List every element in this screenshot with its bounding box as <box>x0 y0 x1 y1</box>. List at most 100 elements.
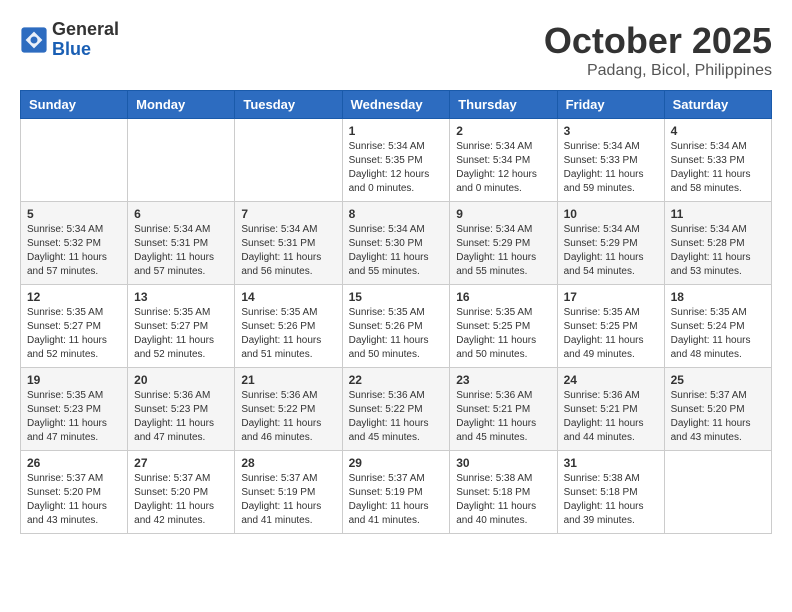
day-info: Sunrise: 5:34 AM Sunset: 5:33 PM Dayligh… <box>564 140 658 196</box>
day-number: 9 <box>456 207 550 221</box>
day-info: Sunrise: 5:34 AM Sunset: 5:33 PM Dayligh… <box>671 140 765 196</box>
calendar-cell: 4 Sunrise: 5:34 AM Sunset: 5:33 PM Daylig… <box>664 119 771 202</box>
calendar-cell: 20Sunrise: 5:36 AM Sunset: 5:23 PM Dayli… <box>128 368 235 451</box>
calendar-cell: 10Sunrise: 5:34 AM Sunset: 5:29 PM Dayli… <box>557 202 664 285</box>
calendar-cell: 30Sunrise: 5:38 AM Sunset: 5:18 PM Dayli… <box>450 451 557 534</box>
day-info: Sunrise: 5:34 AM Sunset: 5:31 PM Dayligh… <box>241 223 335 279</box>
weekday-header-sunday: Sunday <box>21 91 128 119</box>
title-section: October 2025 Padang, Bicol, Philippines <box>544 20 772 80</box>
calendar-cell: 19 Sunrise: 5:35 AM Sunset: 5:23 PM Dayli… <box>21 368 128 451</box>
day-number: 21 <box>241 373 335 387</box>
calendar-cell: 7Sunrise: 5:34 AM Sunset: 5:31 PM Daylig… <box>235 202 342 285</box>
calendar-cell: 26 Sunrise: 5:37 AM Sunset: 5:20 PM Dayli… <box>21 451 128 534</box>
day-number: 5 <box>27 207 121 221</box>
day-number: 12 <box>27 290 121 304</box>
weekday-header-monday: Monday <box>128 91 235 119</box>
day-info: Sunrise: 5:37 AM Sunset: 5:20 PM Dayligh… <box>27 472 121 528</box>
calendar-cell: 17 Sunrise: 5:35 AM Sunset: 5:25 PM Dayli… <box>557 285 664 368</box>
logo-icon <box>20 26 48 54</box>
day-number: 26 <box>27 456 121 470</box>
weekday-header-friday: Friday <box>557 91 664 119</box>
day-number: 8 <box>349 207 444 221</box>
calendar-cell: 1 Sunrise: 5:34 AM Sunset: 5:35 PM Daylig… <box>342 119 450 202</box>
day-number: 22 <box>349 373 444 387</box>
calendar-cell: 13 Sunrise: 5:35 AM Sunset: 5:27 PM Dayli… <box>128 285 235 368</box>
day-number: 28 <box>241 456 335 470</box>
day-number: 16 <box>456 290 550 304</box>
calendar-cell: 14Sunrise: 5:35 AM Sunset: 5:26 PM Dayli… <box>235 285 342 368</box>
day-number: 23 <box>456 373 550 387</box>
day-number: 30 <box>456 456 550 470</box>
calendar-cell: 23 Sunrise: 5:36 AM Sunset: 5:21 PM Dayli… <box>450 368 557 451</box>
calendar-cell: 16 Sunrise: 5:35 AM Sunset: 5:25 PM Dayli… <box>450 285 557 368</box>
weekday-header-tuesday: Tuesday <box>235 91 342 119</box>
calendar-week-1: 1 Sunrise: 5:34 AM Sunset: 5:35 PM Daylig… <box>21 119 772 202</box>
calendar-cell: 28 Sunrise: 5:37 AM Sunset: 5:19 PM Dayli… <box>235 451 342 534</box>
day-number: 4 <box>671 124 765 138</box>
calendar-cell: 6 Sunrise: 5:34 AM Sunset: 5:31 PM Daylig… <box>128 202 235 285</box>
day-number: 27 <box>134 456 228 470</box>
day-number: 3 <box>564 124 658 138</box>
day-number: 31 <box>564 456 658 470</box>
day-number: 18 <box>671 290 765 304</box>
logo-text-general: General <box>52 20 119 40</box>
location-subtitle: Padang, Bicol, Philippines <box>544 62 772 80</box>
day-info: Sunrise: 5:34 AM Sunset: 5:29 PM Dayligh… <box>456 223 550 279</box>
calendar-cell: 25 Sunrise: 5:37 AM Sunset: 5:20 PM Dayli… <box>664 368 771 451</box>
day-info: Sunrise: 5:35 AM Sunset: 5:27 PM Dayligh… <box>134 306 228 362</box>
day-number: 11 <box>671 207 765 221</box>
day-info: Sunrise: 5:35 AM Sunset: 5:26 PM Dayligh… <box>241 306 335 362</box>
day-info: Sunrise: 5:37 AM Sunset: 5:19 PM Dayligh… <box>349 472 444 528</box>
day-info: Sunrise: 5:36 AM Sunset: 5:22 PM Dayligh… <box>241 389 335 445</box>
weekday-header-saturday: Saturday <box>664 91 771 119</box>
weekday-header-wednesday: Wednesday <box>342 91 450 119</box>
day-info: Sunrise: 5:35 AM Sunset: 5:27 PM Dayligh… <box>27 306 121 362</box>
calendar-week-4: 19 Sunrise: 5:35 AM Sunset: 5:23 PM Dayli… <box>21 368 772 451</box>
calendar-cell: 27 Sunrise: 5:37 AM Sunset: 5:20 PM Dayli… <box>128 451 235 534</box>
day-info: Sunrise: 5:34 AM Sunset: 5:31 PM Dayligh… <box>134 223 228 279</box>
calendar-cell: 24 Sunrise: 5:36 AM Sunset: 5:21 PM Dayli… <box>557 368 664 451</box>
calendar-cell: 3 Sunrise: 5:34 AM Sunset: 5:33 PM Daylig… <box>557 119 664 202</box>
day-number: 19 <box>27 373 121 387</box>
day-number: 24 <box>564 373 658 387</box>
day-info: Sunrise: 5:35 AM Sunset: 5:23 PM Dayligh… <box>27 389 121 445</box>
page-header: General Blue October 2025 Padang, Bicol,… <box>20 20 772 80</box>
calendar-week-3: 12 Sunrise: 5:35 AM Sunset: 5:27 PM Dayli… <box>21 285 772 368</box>
day-info: Sunrise: 5:35 AM Sunset: 5:24 PM Dayligh… <box>671 306 765 362</box>
day-number: 13 <box>134 290 228 304</box>
day-info: Sunrise: 5:34 AM Sunset: 5:35 PM Dayligh… <box>349 140 444 196</box>
weekday-header-thursday: Thursday <box>450 91 557 119</box>
calendar-cell: 12 Sunrise: 5:35 AM Sunset: 5:27 PM Dayli… <box>21 285 128 368</box>
day-number: 6 <box>134 207 228 221</box>
calendar-week-2: 5 Sunrise: 5:34 AM Sunset: 5:32 PM Daylig… <box>21 202 772 285</box>
calendar-week-5: 26 Sunrise: 5:37 AM Sunset: 5:20 PM Dayli… <box>21 451 772 534</box>
calendar-cell <box>21 119 128 202</box>
logo: General Blue <box>20 20 119 60</box>
calendar-cell: 11 Sunrise: 5:34 AM Sunset: 5:28 PM Dayli… <box>664 202 771 285</box>
day-number: 17 <box>564 290 658 304</box>
calendar-cell <box>128 119 235 202</box>
calendar-cell: 18 Sunrise: 5:35 AM Sunset: 5:24 PM Dayli… <box>664 285 771 368</box>
day-info: Sunrise: 5:34 AM Sunset: 5:32 PM Dayligh… <box>27 223 121 279</box>
calendar-cell: 21 Sunrise: 5:36 AM Sunset: 5:22 PM Dayli… <box>235 368 342 451</box>
day-info: Sunrise: 5:35 AM Sunset: 5:25 PM Dayligh… <box>456 306 550 362</box>
calendar-cell: 29 Sunrise: 5:37 AM Sunset: 5:19 PM Dayli… <box>342 451 450 534</box>
logo-text-blue: Blue <box>52 40 119 60</box>
day-info: Sunrise: 5:35 AM Sunset: 5:25 PM Dayligh… <box>564 306 658 362</box>
day-number: 20 <box>134 373 228 387</box>
day-info: Sunrise: 5:37 AM Sunset: 5:20 PM Dayligh… <box>671 389 765 445</box>
calendar-table: SundayMondayTuesdayWednesdayThursdayFrid… <box>20 90 772 534</box>
day-info: Sunrise: 5:36 AM Sunset: 5:22 PM Dayligh… <box>349 389 444 445</box>
day-number: 1 <box>349 124 444 138</box>
weekday-header-row: SundayMondayTuesdayWednesdayThursdayFrid… <box>21 91 772 119</box>
day-info: Sunrise: 5:37 AM Sunset: 5:19 PM Dayligh… <box>241 472 335 528</box>
day-info: Sunrise: 5:34 AM Sunset: 5:29 PM Dayligh… <box>564 223 658 279</box>
day-number: 29 <box>349 456 444 470</box>
day-info: Sunrise: 5:34 AM Sunset: 5:28 PM Dayligh… <box>671 223 765 279</box>
day-info: Sunrise: 5:36 AM Sunset: 5:21 PM Dayligh… <box>456 389 550 445</box>
day-info: Sunrise: 5:37 AM Sunset: 5:20 PM Dayligh… <box>134 472 228 528</box>
day-info: Sunrise: 5:36 AM Sunset: 5:21 PM Dayligh… <box>564 389 658 445</box>
day-number: 25 <box>671 373 765 387</box>
day-info: Sunrise: 5:38 AM Sunset: 5:18 PM Dayligh… <box>564 472 658 528</box>
calendar-cell: 22 Sunrise: 5:36 AM Sunset: 5:22 PM Dayli… <box>342 368 450 451</box>
